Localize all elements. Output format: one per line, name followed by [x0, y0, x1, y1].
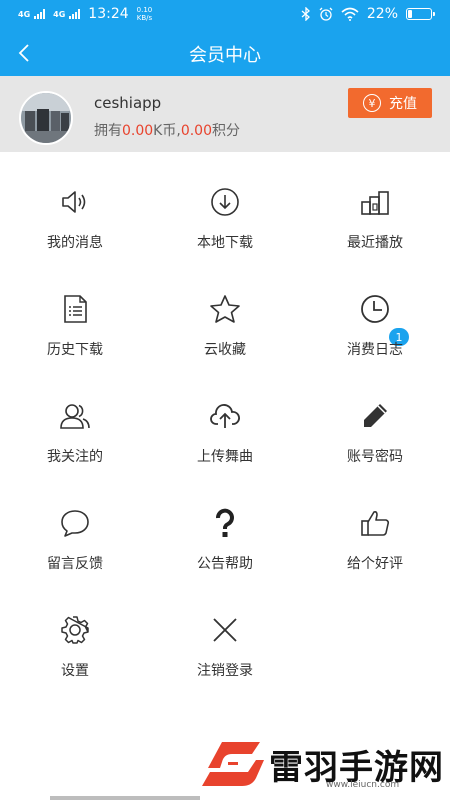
signal-1-icon: 4G: [18, 9, 46, 19]
chat-bubble-icon: [61, 510, 89, 537]
profile-card: ceshiapp 拥有0.00K币,0.00积分 ¥ 充值: [0, 76, 450, 152]
question-icon: [216, 508, 234, 537]
close-icon: [213, 618, 237, 642]
clock-time: 13:24: [88, 6, 129, 22]
menu-item-recent-play[interactable]: 最近播放: [300, 152, 450, 259]
download-icon: [211, 188, 239, 216]
menu-item-cloud-favorites[interactable]: 云收藏: [150, 259, 300, 366]
signal-2-icon: 4G: [53, 9, 81, 19]
recharge-button[interactable]: ¥ 充值: [348, 88, 432, 118]
pencil-icon: [364, 404, 387, 427]
page-title: 会员中心: [189, 45, 261, 66]
star-icon: [210, 295, 240, 323]
thumbs-up-icon: [361, 511, 390, 536]
menu-item-messages[interactable]: 我的消息: [0, 152, 150, 259]
avatar[interactable]: [19, 91, 73, 145]
wifi-icon: [341, 7, 359, 21]
score-value: 0.00: [180, 123, 212, 139]
menu-item-feedback[interactable]: 留言反馈: [0, 473, 150, 580]
menu-item-spending-log[interactable]: 消费日志: [300, 259, 450, 366]
menu-item-upload-music[interactable]: 上传舞曲: [150, 366, 300, 473]
network-speed: 0.10 KB/s: [136, 6, 153, 22]
menu-item-rate-us[interactable]: 给个好评: [300, 473, 450, 580]
title-bar: 会员中心: [0, 30, 450, 76]
menu-item-history-download[interactable]: 历史下载: [0, 259, 150, 366]
menu-item-account-password[interactable]: 账号密码: [300, 366, 450, 473]
gear-icon: [61, 616, 89, 644]
cloud-upload-icon: [210, 404, 240, 428]
status-bar: 4G 4G 13:24 0.10 KB/s 22%: [0, 0, 450, 30]
battery-percent: 22%: [366, 6, 398, 22]
speaker-icon: [62, 191, 86, 213]
alarm-icon: [319, 7, 333, 21]
clock-icon: [361, 295, 389, 323]
watermark-url: www.leiucn.com: [326, 780, 400, 790]
bluetooth-icon: [301, 7, 310, 21]
username: ceshiapp: [94, 94, 162, 112]
yen-icon: ¥: [363, 94, 381, 112]
k-coin-value: 0.00: [122, 123, 154, 139]
battery-icon: [406, 8, 435, 20]
menu-item-local-download[interactable]: 本地下载: [150, 152, 300, 259]
document-list-icon: [64, 295, 87, 323]
menu-item-logout[interactable]: 注销登录: [150, 580, 300, 687]
menu-item-following[interactable]: 我关注的: [0, 366, 150, 473]
users-icon: [60, 404, 90, 429]
menu-item-notice-help[interactable]: 公告帮助: [150, 473, 300, 580]
points-summary: 拥有0.00K币,0.00积分: [94, 123, 240, 139]
scroll-indicator: [50, 796, 200, 800]
recent-play-icon: [361, 191, 389, 215]
menu-item-settings[interactable]: 设置: [0, 580, 150, 687]
